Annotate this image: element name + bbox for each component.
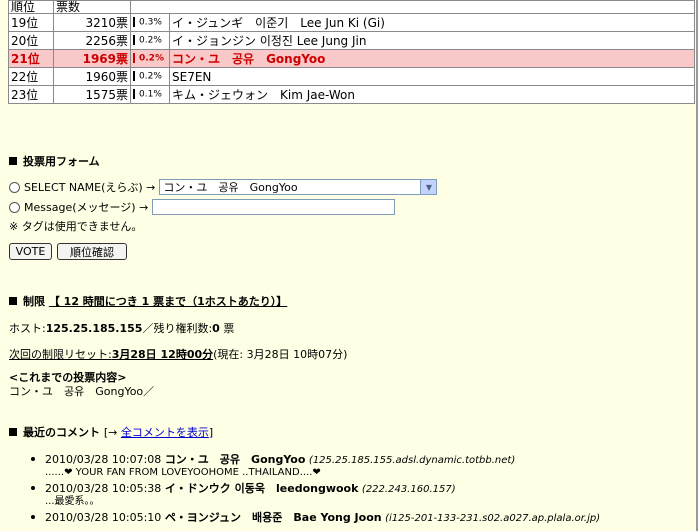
ranking-row: 20位 2256票 0.2% イ・ジョンジン 이정진 Lee Jung Jin [8, 31, 695, 50]
comment-item: 2010/03/28 10:05:10 ペ・ヨンジュン 배용준 Bae Yong… [31, 510, 691, 525]
limit-rule: 【 12 時間につき 1 票まで（1ホストあたり）】 [48, 295, 288, 308]
bullet-icon [31, 515, 35, 519]
bullet-icon [31, 457, 35, 461]
rank-cell: 19位 [8, 13, 54, 32]
header-rank: 順位 [8, 0, 54, 14]
name-cell: コン・ユ 공유 GongYoo [169, 49, 695, 68]
name-cell: キム・ジェウォン Kim Jae-Won [169, 85, 695, 104]
rank-check-button[interactable]: 順位確認 [57, 243, 127, 260]
ranking-table: 順位 票数 19位 3210票 0.3% イ・ジュンギ 이준기 Lee Jun … [8, 0, 695, 104]
comment-body: ......❤ YOUR FAN FROM LOVEYOOHOME ..THAI… [45, 467, 321, 478]
comment-item: 2010/03/28 10:07:08 コン・ユ 공유 GongYoo (125… [31, 452, 691, 481]
ranking-header-row: 順位 票数 [8, 0, 695, 14]
vote-bar [133, 35, 135, 46]
ranking-row: 22位 1960票 0.2% SE7EN [8, 67, 695, 86]
tag-note: ※ タグは使用できません。 [9, 220, 143, 233]
select-name-row: SELECT NAME(えらぶ) → コン・ユ 공유 GongYoo ▼ [9, 179, 438, 195]
reset-line: 次回の制限リセット:3月28日 12時00分(現在: 3月28日 10時07分) [9, 348, 348, 361]
vote-bar [133, 89, 135, 100]
rank-cell: 20位 [8, 31, 54, 50]
percent-cell: 0.3% [130, 13, 170, 32]
vote-bar [133, 17, 135, 28]
name-cell: SE7EN [169, 67, 695, 86]
percent-cell: 0.1% [130, 85, 170, 104]
percent-cell: 0.2% [130, 67, 170, 86]
votes-cell: 1960票 [53, 67, 131, 86]
vote-button[interactable]: VOTE [9, 243, 52, 260]
message-row: Message(メッセージ) → [9, 199, 396, 215]
vote-history-value: コン・ユ 공유 GongYoo／ [9, 385, 155, 398]
select-name-label: SELECT NAME(えらぶ) → [24, 181, 156, 194]
ranking-row: 23位 1575票 0.1% キム・ジェウォン Kim Jae-Won [8, 85, 695, 104]
bullet-icon [31, 486, 35, 490]
comment-item: 2010/03/28 10:05:38 イ・ドンウク 이동욱 leedongwo… [31, 481, 691, 510]
square-bullet-icon [9, 157, 17, 165]
square-bullet-icon [9, 428, 17, 436]
name-cell: イ・ジョンジン 이정진 Lee Jung Jin [169, 31, 695, 50]
form-section-title: 投票用フォーム [9, 153, 100, 169]
votes-cell: 1575票 [53, 85, 131, 104]
name-cell: イ・ジュンギ 이준기 Lee Jun Ki (Gi) [169, 13, 695, 32]
message-radio[interactable] [9, 201, 20, 213]
square-bullet-icon [9, 297, 17, 305]
header-blank [130, 0, 695, 14]
select-name-radio[interactable] [9, 181, 20, 193]
comments-section-title: 最近のコメント [→ 全コメントを表示] [9, 424, 213, 440]
percent-cell: 0.2% [130, 31, 170, 50]
all-comments-link[interactable]: 全コメントを表示 [121, 426, 209, 439]
ranking-row: 19位 3210票 0.3% イ・ジュンギ 이준기 Lee Jun Ki (Gi… [8, 13, 695, 32]
rank-cell: 21位 [8, 49, 54, 68]
votes-cell: 1969票 [53, 49, 131, 68]
comment-body: ...最愛系。。 [45, 496, 100, 507]
limit-section-title: 制限 【 12 時間につき 1 票まで（1ホストあたり）】 [9, 293, 287, 309]
vote-bar [133, 53, 135, 64]
host-line: ホスト:125.25.185.155／残り権利数:0 票 [9, 322, 235, 335]
ranking-row-highlighted: 21位 1969票 0.2% コン・ユ 공유 GongYoo [8, 49, 695, 68]
message-input[interactable] [152, 199, 396, 215]
name-select[interactable]: コン・ユ 공유 GongYoo ▼ [159, 179, 438, 195]
votes-cell: 2256票 [53, 31, 131, 50]
chevron-down-icon[interactable]: ▼ [420, 180, 437, 194]
rank-cell: 23位 [8, 85, 54, 104]
votes-cell: 3210票 [53, 13, 131, 32]
rank-cell: 22位 [8, 67, 54, 86]
comment-list: 2010/03/28 10:07:08 コン・ユ 공유 GongYoo (125… [31, 452, 691, 525]
vote-bar [133, 71, 135, 82]
message-label: Message(メッセージ) → [24, 201, 149, 214]
percent-cell: 0.2% [130, 49, 170, 68]
header-votes: 票数 [53, 0, 131, 14]
